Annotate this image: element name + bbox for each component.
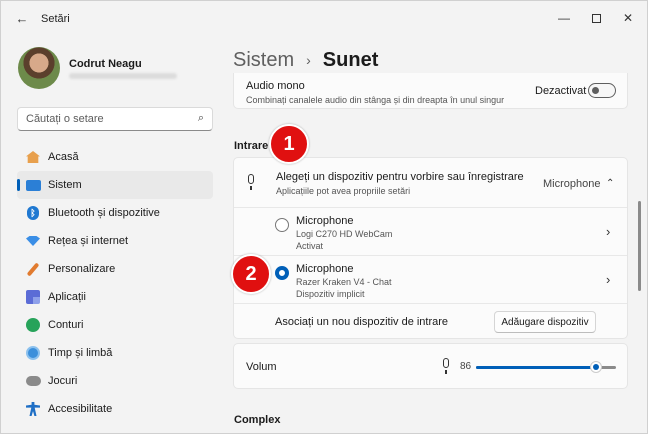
mono-audio-description: Combinați canalele audio din stânga și d…	[246, 95, 505, 105]
sidebar-item-label: Bluetooth și dispozitive	[48, 207, 160, 219]
device-status: Activat	[296, 241, 324, 251]
slider-thumb[interactable]	[590, 361, 603, 373]
slider-fill	[476, 366, 597, 369]
sidebar-item-system[interactable]: Sistem	[17, 171, 213, 199]
volume-label: Volum	[246, 361, 277, 373]
sidebar-item-label: Sistem	[48, 179, 82, 191]
volume-row: Volum 86	[233, 343, 628, 389]
sidebar-item-time-language[interactable]: Timp și limbă	[17, 339, 213, 367]
sidebar-item-label: Jocuri	[48, 375, 78, 387]
breadcrumb-parent[interactable]: Sistem	[233, 49, 294, 72]
sidebar-item-network[interactable]: Rețea și internet	[17, 227, 213, 255]
microphone-icon	[246, 174, 256, 190]
volume-slider[interactable]	[476, 360, 616, 374]
apps-icon	[25, 289, 41, 305]
sidebar-item-label: Timp și limbă	[48, 347, 113, 359]
sidebar-item-apps[interactable]: Aplicații	[17, 283, 213, 311]
network-icon	[25, 233, 41, 249]
complex-section-label: Complex	[234, 414, 281, 426]
back-arrow-icon[interactable]: ←	[11, 9, 33, 29]
input-section-label: Intrare	[234, 140, 269, 152]
mono-audio-title: Audio mono	[246, 80, 305, 92]
chevron-right-icon[interactable]: ›	[606, 272, 610, 287]
settings-window: ← Setări — ✕ Codrut Neagu ⌕ Acasă Sistem…	[0, 0, 648, 434]
device-model: Logi C270 HD WebCam	[296, 229, 393, 239]
avatar[interactable]	[18, 47, 60, 89]
accessibility-icon	[25, 401, 41, 417]
sidebar-item-label: Conturi	[48, 319, 84, 331]
chevron-right-icon[interactable]: ›	[606, 224, 610, 239]
close-button[interactable]: ✕	[610, 7, 646, 29]
sidebar-item-label: Acasă	[48, 151, 79, 163]
gaming-icon	[25, 373, 41, 389]
system-icon	[25, 177, 41, 193]
search-icon[interactable]: ⌕	[198, 112, 204, 125]
annotation-marker-2: 2	[231, 254, 271, 294]
annotation-marker-1: 1	[269, 124, 309, 164]
choose-input-description: Aplicațiile pot avea propriile setări	[276, 186, 411, 196]
mono-audio-state: Dezactivat	[535, 85, 587, 97]
toggle-knob	[592, 87, 599, 94]
microphone-mute-icon[interactable]	[441, 358, 451, 374]
title-bar: ← Setări — ✕	[1, 1, 647, 37]
device-model: Razer Kraken V4 - Chat	[296, 277, 392, 287]
mono-audio-row: Audio mono Combinați canalele audio din …	[233, 73, 628, 109]
input-device-row[interactable]: Microphone Razer Kraken V4 - Chat Dispoz…	[234, 256, 627, 304]
sidebar-item-accessibility[interactable]: Accesibilitate	[17, 395, 213, 423]
accounts-icon	[25, 317, 41, 333]
brush-icon	[25, 261, 41, 277]
device-name: Microphone	[296, 215, 354, 227]
device-status: Dispozitiv implicit	[296, 289, 365, 299]
mono-audio-toggle[interactable]	[588, 83, 616, 98]
device-radio[interactable]	[275, 218, 289, 232]
sidebar-item-label: Aplicații	[48, 291, 86, 303]
app-title: Setări	[41, 13, 70, 25]
sidebar-item-label: Rețea și internet	[48, 235, 129, 247]
minimize-button[interactable]: —	[546, 7, 582, 29]
input-devices-card: Alegeți un dispozitiv pentru vorbire sau…	[233, 157, 628, 339]
maximize-icon	[591, 14, 601, 24]
page-title: Sunet	[322, 48, 379, 71]
device-radio-selected[interactable]	[275, 266, 289, 280]
add-device-button[interactable]: Adăugare dispozitiv	[494, 311, 596, 333]
sidebar-item-home[interactable]: Acasă	[17, 143, 213, 171]
bluetooth-icon: ᛒ	[25, 205, 41, 221]
selected-input-device: Microphone	[543, 178, 601, 190]
sidebar-nav: Acasă Sistem ᛒ Bluetooth și dispozitive …	[17, 143, 213, 423]
breadcrumb: Sistem › Sunet	[233, 47, 378, 73]
chevron-up-icon[interactable]: ⌃	[606, 178, 614, 189]
device-name: Microphone	[296, 263, 354, 275]
sidebar-item-bluetooth[interactable]: ᛒ Bluetooth și dispozitive	[17, 199, 213, 227]
sidebar-item-label: Accesibilitate	[48, 403, 113, 415]
choose-input-device-row[interactable]: Alegeți un dispozitiv pentru vorbire sau…	[234, 158, 627, 208]
time-language-icon	[25, 345, 41, 361]
user-name: Codrut Neagu	[69, 58, 142, 70]
user-email-redacted	[69, 73, 177, 79]
sidebar-item-gaming[interactable]: Jocuri	[17, 367, 213, 395]
search-box[interactable]: ⌕	[17, 107, 213, 131]
volume-value: 86	[460, 361, 472, 372]
search-input[interactable]	[26, 108, 186, 130]
sidebar-item-label: Personalizare	[48, 263, 116, 275]
home-icon	[25, 149, 41, 165]
sidebar-item-accounts[interactable]: Conturi	[17, 311, 213, 339]
sidebar-item-personalization[interactable]: Personalizare	[17, 255, 213, 283]
choose-input-title: Alegeți un dispozitiv pentru vorbire sau…	[276, 171, 524, 183]
maximize-button[interactable]	[578, 7, 614, 29]
breadcrumb-separator-icon: ›	[306, 52, 311, 68]
add-input-device-text: Asociați un nou dispozitiv de intrare	[275, 316, 449, 328]
scrollbar[interactable]	[638, 201, 641, 291]
input-device-row[interactable]: Microphone Logi C270 HD WebCam Activat ›	[234, 208, 627, 256]
add-input-device-row: Asociați un nou dispozitiv de intrare Ad…	[234, 304, 627, 340]
